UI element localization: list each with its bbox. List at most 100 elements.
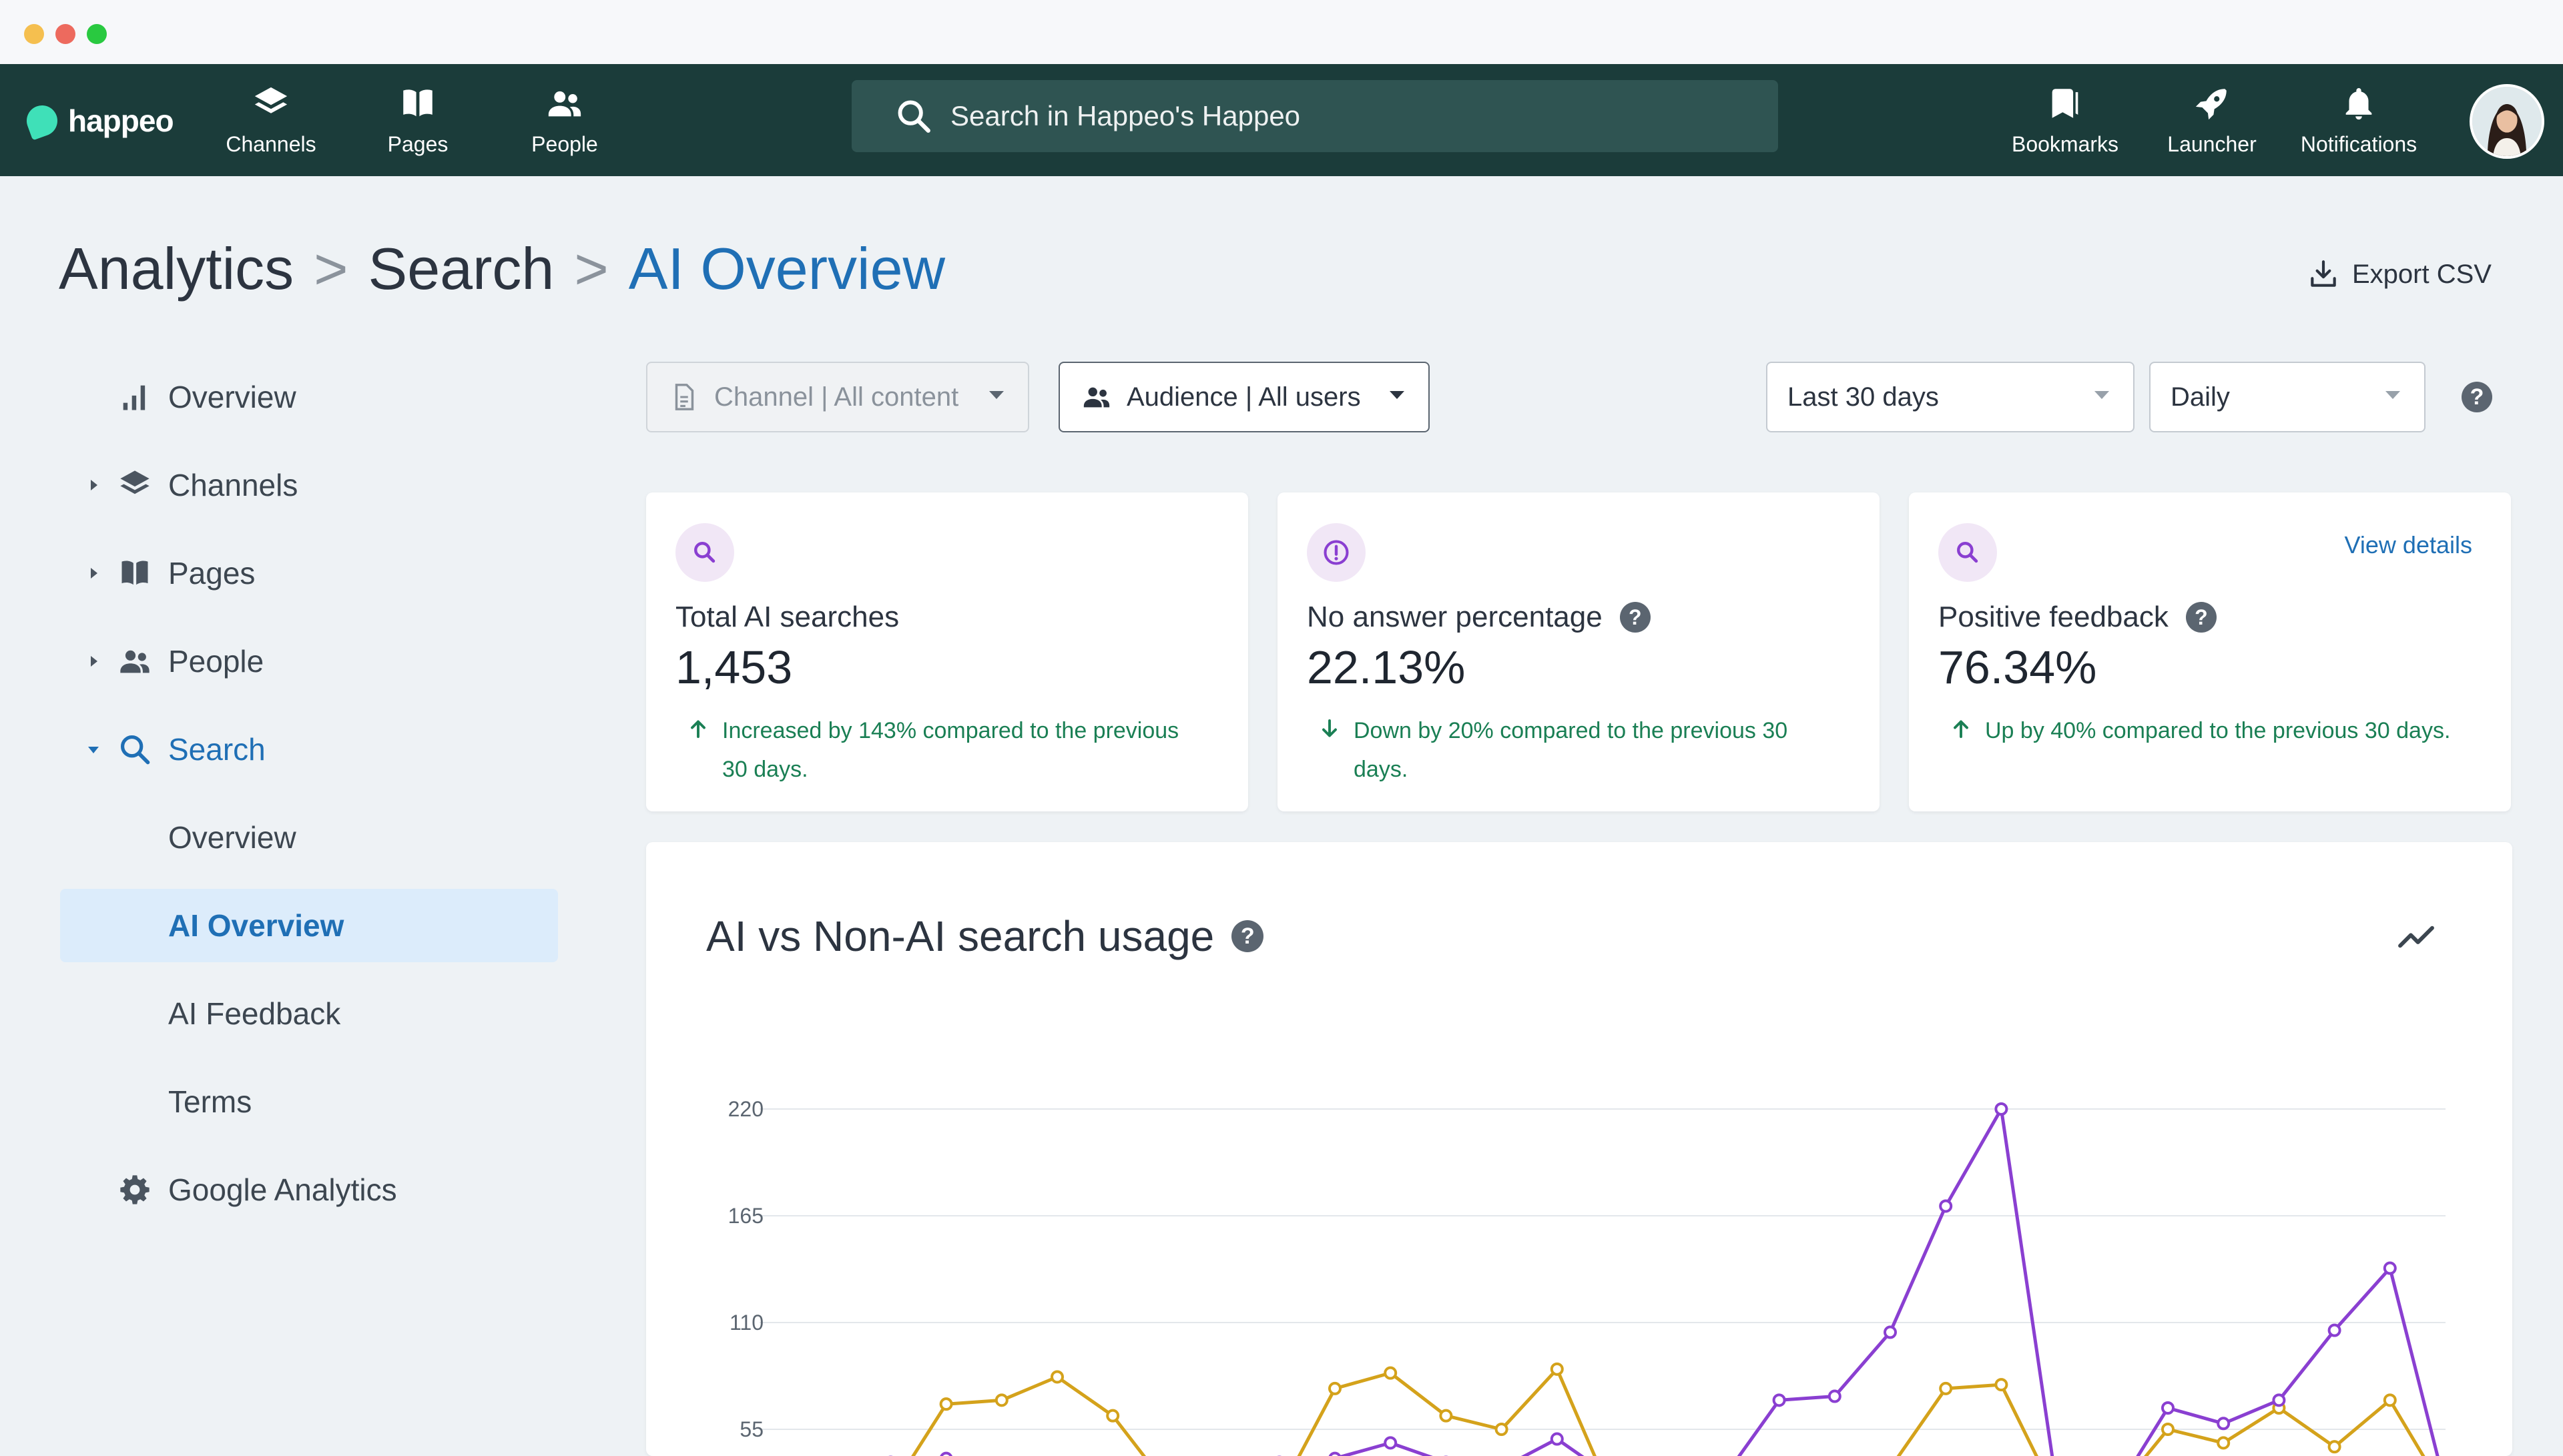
channel-filter-dropdown[interactable]: Channel | All content xyxy=(646,362,1029,432)
sidebar-item-channels[interactable]: Channels xyxy=(60,448,558,522)
nav-people-label: People xyxy=(531,132,598,156)
arrow-up-icon xyxy=(1954,720,1968,738)
purple-series-point[interactable] xyxy=(1884,1325,1897,1339)
nav-launcher[interactable]: Launcher xyxy=(2145,80,2279,167)
sidebar-item-ai-overview[interactable]: AI Overview xyxy=(60,889,558,962)
export-csv-button[interactable]: Export CSV xyxy=(2307,258,2492,291)
nav-pages[interactable]: Pages xyxy=(351,80,485,167)
purple-series-point[interactable] xyxy=(2217,1417,2231,1431)
layers-icon xyxy=(120,470,150,494)
audience-filter-value: Audience | All users xyxy=(1127,382,1361,412)
gold-series-point[interactable] xyxy=(1328,1381,1342,1395)
breadcrumb-separator: > xyxy=(574,236,609,302)
purple-series-point[interactable] xyxy=(2272,1393,2286,1407)
sidebar-item-google-analytics[interactable]: Google Analytics xyxy=(60,1153,558,1226)
kpi-value: 1,453 xyxy=(675,641,793,693)
kpi-card-no-answer-percentage: No answer percentage? 22.13% Down by 20%… xyxy=(1277,492,1880,811)
happeo-logo-text: happeo xyxy=(68,103,174,138)
sidebar-item-label: AI Overview xyxy=(168,908,344,943)
purple-series-point[interactable] xyxy=(2327,1323,2341,1337)
breadcrumb-separator: > xyxy=(314,236,348,302)
happeo-logo-mark xyxy=(22,101,62,141)
sidebar-item-overview[interactable]: Overview xyxy=(60,360,558,434)
global-search-input[interactable]: Search in Happeo's Happeo xyxy=(852,80,1778,152)
audience-filter-dropdown[interactable]: Audience | All users xyxy=(1059,362,1430,432)
top-navigation-bar: happeo Channels Pages People Search in H… xyxy=(0,64,2563,176)
alert-icon xyxy=(1324,540,1349,565)
purple-series-point[interactable] xyxy=(1550,1432,1564,1446)
browser-chrome xyxy=(0,0,2563,65)
gold-series-point[interactable] xyxy=(1051,1370,1064,1384)
purple-series-point[interactable] xyxy=(940,1451,952,1456)
y-tick-label: 165 xyxy=(728,1204,764,1228)
gold-series-point[interactable] xyxy=(994,1393,1009,1407)
kpi-title-text: No answer percentage xyxy=(1307,601,1603,633)
sidebar-item-search-overview[interactable]: Overview xyxy=(60,801,558,874)
sidebar-item-ai-feedback[interactable]: AI Feedback xyxy=(60,977,558,1050)
help-icon[interactable]: ? xyxy=(2185,602,2217,633)
gold-series-point[interactable] xyxy=(2161,1423,2175,1436)
maximize-window-button[interactable] xyxy=(87,24,107,44)
channel-filter-value: Channel | All content xyxy=(714,382,959,412)
purple-series-point[interactable] xyxy=(2383,1261,2397,1275)
purple-series-point[interactable] xyxy=(1772,1393,1786,1407)
date-range-select[interactable]: Last 30 days xyxy=(1766,362,2134,432)
gold-series-point[interactable] xyxy=(1494,1423,1508,1436)
help-icon[interactable]: ? xyxy=(2462,382,2492,412)
purple-series-point[interactable] xyxy=(2161,1401,2175,1415)
gold-series-point[interactable] xyxy=(1994,1378,2008,1392)
gold-series-point[interactable] xyxy=(2217,1436,2231,1450)
document-icon xyxy=(675,384,694,410)
sidebar-item-people[interactable]: People xyxy=(60,625,558,698)
kpi-trend: Down by 20% compared to the previous 30 … xyxy=(1318,711,1838,789)
happeo-logo[interactable]: happeo xyxy=(22,97,174,144)
gold-series-point[interactable] xyxy=(1106,1409,1120,1423)
sidebar-item-label: Pages xyxy=(168,556,256,591)
purple-series-point[interactable] xyxy=(1939,1199,1953,1213)
kpi-value: 76.34% xyxy=(1938,641,2097,693)
kpi-value: 22.13% xyxy=(1307,641,1466,693)
y-tick-label: 110 xyxy=(730,1311,764,1335)
sidebar-item-pages[interactable]: Pages xyxy=(60,536,558,610)
purple-series-point[interactable] xyxy=(1827,1389,1841,1403)
kpi-trend-text: Increased by 143% compared to the previo… xyxy=(722,718,1179,782)
gold-series-point[interactable] xyxy=(1939,1381,1953,1395)
user-avatar[interactable] xyxy=(2470,84,2544,159)
nav-channels[interactable]: Channels xyxy=(204,80,338,167)
nav-bookmarks[interactable]: Bookmarks xyxy=(1998,80,2132,167)
kpi-icon-badge xyxy=(675,523,734,582)
caret-down-icon xyxy=(88,747,99,753)
nav-people[interactable]: People xyxy=(498,80,631,167)
sidebar-item-label: Google Analytics xyxy=(168,1172,397,1207)
minimize-window-button[interactable] xyxy=(24,24,44,44)
close-window-button[interactable] xyxy=(55,24,75,44)
nav-bookmarks-label: Bookmarks xyxy=(2011,132,2119,156)
sidebar-item-label: Search xyxy=(168,732,266,767)
gold-series-point[interactable] xyxy=(939,1397,953,1411)
gold-series-point[interactable] xyxy=(2383,1393,2397,1407)
download-icon xyxy=(2311,260,2336,287)
sidebar-item-terms[interactable]: Terms xyxy=(60,1065,558,1138)
gold-series-point[interactable] xyxy=(1439,1409,1453,1423)
people-icon xyxy=(1083,387,1110,408)
bookmark-icon xyxy=(2052,89,2078,118)
gold-series-point[interactable] xyxy=(1550,1362,1564,1376)
nav-pages-label: Pages xyxy=(387,132,449,156)
view-details-link[interactable]: View details xyxy=(2345,531,2472,559)
kpi-trend: Increased by 143% compared to the previo… xyxy=(686,711,1207,789)
gold-series-point[interactable] xyxy=(2327,1440,2341,1454)
breadcrumb-analytics[interactable]: Analytics xyxy=(59,235,294,303)
search-icon xyxy=(120,735,150,765)
gold-series-point[interactable] xyxy=(1384,1366,1398,1380)
help-icon[interactable]: ? xyxy=(1619,602,1651,633)
purple-series-point[interactable] xyxy=(1328,1451,1342,1456)
kpi-title-text: Positive feedback xyxy=(1938,601,2169,633)
purple-series-point[interactable] xyxy=(1384,1436,1398,1450)
caret-right-icon xyxy=(91,656,97,667)
breadcrumb-search[interactable]: Search xyxy=(368,235,555,303)
interval-select[interactable]: Daily xyxy=(2149,362,2426,432)
nav-notifications[interactable]: Notifications xyxy=(2292,80,2426,167)
purple-series-point[interactable] xyxy=(1994,1102,2008,1116)
kpi-title: Total AI searches xyxy=(675,601,899,634)
sidebar-item-search[interactable]: Search xyxy=(60,713,558,786)
